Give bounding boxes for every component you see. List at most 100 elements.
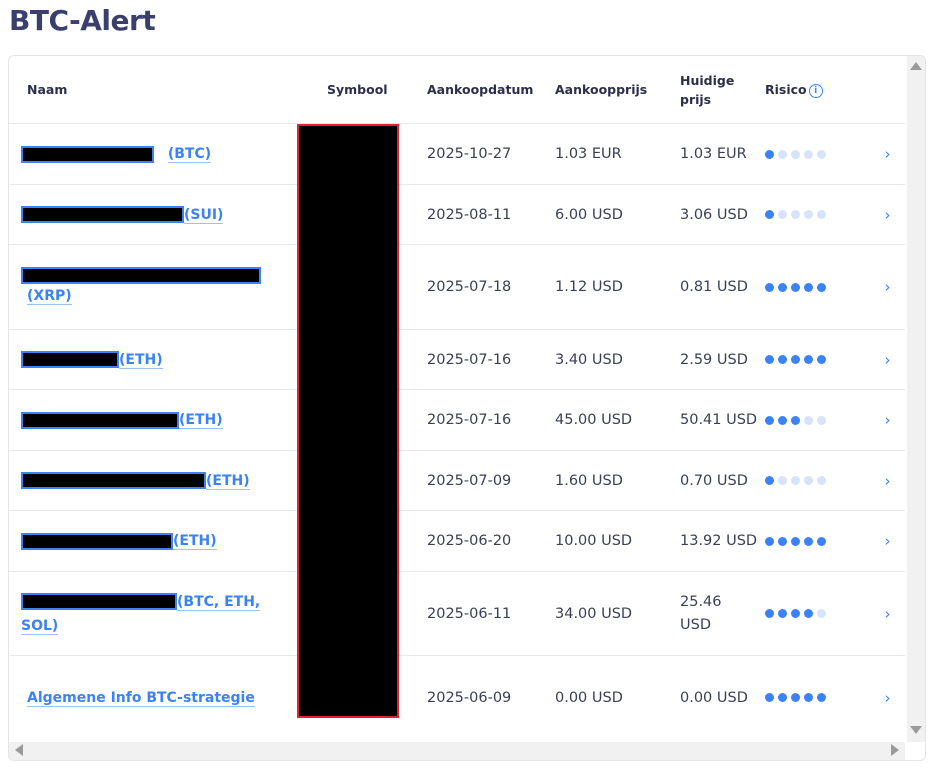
current-price-cell: 2.59 USD — [672, 329, 765, 390]
table-row[interactable]: (ETH) 2025-07-16 3.40 USD 2.59 USD › — [9, 329, 905, 390]
risk-dot-empty — [778, 149, 787, 159]
name-link[interactable]: (ETH) — [179, 412, 223, 429]
current-price-cell: 0.70 USD — [672, 450, 765, 511]
current-price-cell: 0.00 USD — [672, 655, 765, 740]
table-row[interactable]: (XRP) 2025-07-18 1.12 USD 0.81 USD › — [9, 244, 905, 330]
risk-cell — [765, 571, 870, 656]
risk-dot-filled — [791, 536, 800, 546]
name-link[interactable]: Algemene Info BTC-strategie — [27, 689, 255, 707]
buy-price-cell: 10.00 USD — [547, 510, 672, 572]
risk-cell — [765, 244, 870, 330]
buy-price-cell: 45.00 USD — [547, 389, 672, 451]
chevron-right-icon[interactable]: › — [870, 450, 905, 511]
risk-dot-empty — [791, 476, 800, 485]
name-link[interactable]: (BTC) — [167, 146, 212, 163]
buy-price-cell: 3.40 USD — [547, 329, 672, 390]
table-row[interactable]: (ETH) 2025-06-20 10.00 USD 13.92 USD › — [9, 510, 905, 572]
scroll-down-icon[interactable] — [910, 726, 922, 734]
chevron-right-icon[interactable]: › — [870, 123, 905, 185]
risk-dot-filled — [765, 282, 774, 292]
redacted-symbol-column — [297, 124, 399, 718]
risk-dot-empty — [817, 476, 826, 485]
header-current-price[interactable]: Huidige prijs — [672, 56, 765, 124]
current-price-cell: 3.06 USD — [672, 184, 765, 245]
chevron-right-icon[interactable]: › — [870, 329, 905, 390]
risk-dot-filled — [765, 210, 774, 219]
risk-rating — [765, 355, 870, 364]
redacted-name — [21, 266, 261, 284]
risk-dot-filled — [778, 536, 787, 546]
buy-price-cell: 34.00 USD — [547, 571, 672, 656]
risk-cell — [765, 510, 870, 572]
header-name[interactable]: Naam — [9, 56, 309, 124]
name-link[interactable]: (ETH) — [119, 351, 163, 369]
scroll-up-icon[interactable] — [910, 62, 922, 70]
name-cell: Algemene Info BTC-strategie — [9, 655, 309, 740]
alerts-table: Naam Symbool Aankoopdatum Aankoopprijs H… — [9, 56, 905, 740]
chevron-right-icon[interactable]: › — [870, 244, 905, 330]
risk-rating — [765, 693, 870, 703]
chevron-right-icon[interactable]: › — [870, 571, 905, 656]
name-cell: (BTC) — [9, 123, 309, 185]
risk-dot-filled — [765, 476, 774, 485]
header-date[interactable]: Aankoopdatum — [409, 56, 547, 124]
scroll-left-icon[interactable] — [15, 744, 23, 756]
header-risk[interactable]: Risico i — [765, 56, 870, 124]
chevron-right-icon[interactable]: › — [870, 389, 905, 451]
current-price-cell: 1.03 EUR — [672, 123, 765, 185]
chevron-right-icon[interactable]: › — [870, 510, 905, 572]
name-cell: (SUI) — [9, 184, 309, 245]
risk-dot-filled — [791, 415, 800, 425]
date-cell: 2025-06-09 — [409, 655, 547, 740]
buy-price-cell: 6.00 USD — [547, 184, 672, 245]
chevron-right-icon[interactable]: › — [870, 655, 905, 740]
risk-dot-filled — [791, 693, 800, 703]
redacted-name — [21, 472, 206, 489]
table-row[interactable]: (SUI) 2025-08-11 6.00 USD 3.06 USD › — [9, 184, 905, 245]
table-row[interactable]: (ETH) 2025-07-09 1.60 USD 0.70 USD › — [9, 450, 905, 511]
risk-dot-empty — [791, 210, 800, 219]
risk-dot-empty — [817, 149, 826, 159]
header-buy-price[interactable]: Aankoopprijs — [547, 56, 672, 124]
risk-dot-filled — [765, 149, 774, 159]
risk-dot-empty — [804, 149, 813, 159]
date-cell: 2025-07-18 — [409, 244, 547, 330]
vertical-scrollbar[interactable] — [907, 56, 925, 742]
chevron-right-icon[interactable]: › — [870, 184, 905, 245]
table-row[interactable]: Algemene Info BTC-strategie 2025-06-09 0… — [9, 655, 905, 740]
risk-dot-filled — [817, 282, 826, 292]
risk-dot-filled — [817, 536, 826, 546]
name-link[interactable]: (SUI) — [184, 206, 224, 224]
table-row[interactable]: (BTC) 2025-10-27 1.03 EUR 1.03 EUR › — [9, 123, 905, 185]
risk-cell — [765, 655, 870, 740]
buy-price-cell: 1.12 USD — [547, 244, 672, 330]
header-symbol[interactable]: Symbool — [309, 56, 409, 124]
date-cell: 2025-07-16 — [409, 389, 547, 451]
risk-cell — [765, 123, 870, 185]
risk-dot-filled — [765, 536, 774, 546]
name-link[interactable]: (XRP) — [27, 287, 72, 305]
scroll-right-icon[interactable] — [891, 744, 899, 756]
name-link[interactable]: (ETH) — [173, 533, 217, 550]
table-row[interactable]: (ETH) 2025-07-16 45.00 USD 50.41 USD › — [9, 389, 905, 451]
risk-dot-filled — [804, 609, 813, 618]
risk-dot-empty — [804, 415, 813, 425]
date-cell: 2025-06-20 — [409, 510, 547, 572]
risk-dot-filled — [765, 609, 774, 618]
horizontal-scrollbar[interactable] — [9, 742, 905, 760]
risk-dot-filled — [791, 355, 800, 364]
redacted-name — [21, 593, 177, 610]
current-price-cell: 50.41 USD — [672, 389, 765, 451]
risk-rating — [765, 415, 870, 425]
risk-rating — [765, 609, 870, 618]
info-icon[interactable]: i — [808, 83, 823, 98]
buy-price-cell: 1.03 EUR — [547, 123, 672, 185]
name-cell: (ETH) — [9, 450, 309, 511]
date-cell: 2025-07-09 — [409, 450, 547, 511]
risk-dot-filled — [804, 282, 813, 292]
risk-dot-filled — [765, 355, 774, 364]
name-link[interactable]: (ETH) — [206, 472, 250, 490]
current-price-cell: 0.81 USD — [672, 244, 765, 330]
risk-cell — [765, 184, 870, 245]
table-row[interactable]: (BTC, ETH, SOL) 2025-06-11 34.00 USD 25.… — [9, 571, 905, 656]
